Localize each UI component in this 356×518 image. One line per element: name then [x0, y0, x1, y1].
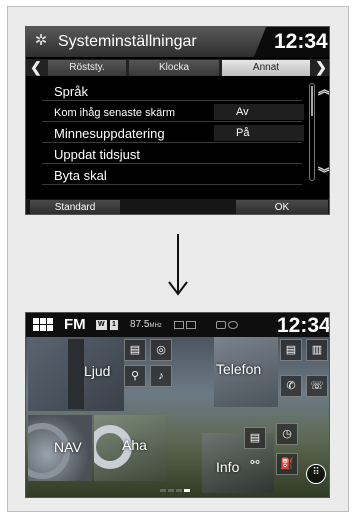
- home-tiles-area: Ljud ▤ ◎ ⚲ ♪ Telefon ▤ ▥ ✆ ☏ NAV Aha Inf…: [26, 337, 329, 497]
- title-bar: ✲ Systeminställningar 12:34: [26, 27, 329, 57]
- tile-label: Aha: [122, 437, 147, 453]
- clock-icon[interactable]: ◷: [276, 423, 298, 445]
- item-value: På: [214, 125, 304, 141]
- home-screen: FM W 1 87.5MHz 12:34 Ljud ▤ ◎ ⚲ ♪ Telefo…: [25, 312, 330, 498]
- scroll-down-icon[interactable]: ︾: [318, 167, 329, 181]
- item-label: Språk: [54, 84, 88, 99]
- default-button[interactable]: Standard: [30, 200, 120, 214]
- screen-title: Systeminställningar: [58, 33, 197, 50]
- voicemail-icon[interactable]: ☏: [306, 375, 328, 397]
- item-label: Byta skal: [54, 168, 107, 183]
- phonebook-icon[interactable]: ▤: [280, 339, 302, 361]
- item-label: Uppdat tidsjust: [54, 147, 140, 162]
- list-item-language[interactable]: Språk: [42, 81, 302, 101]
- info-list-icon[interactable]: ▤: [244, 427, 266, 449]
- tile-phone[interactable]: Telefon: [214, 337, 278, 407]
- tile-label: Telefon: [216, 361, 262, 377]
- fuel-icon[interactable]: ⛽: [276, 453, 298, 475]
- contacts-icon[interactable]: ▥: [306, 339, 328, 361]
- clock: 12:34: [274, 30, 328, 53]
- tab-other[interactable]: Annat: [222, 60, 310, 76]
- battery-icon: [216, 321, 226, 329]
- call-icon[interactable]: ✆: [280, 375, 302, 397]
- disc-icon[interactable]: ◎: [150, 339, 172, 361]
- list-item-time-update[interactable]: Uppdat tidsjust: [42, 144, 302, 164]
- media-list-icon[interactable]: ▤: [124, 339, 146, 361]
- page-indicator: [160, 489, 200, 493]
- tab-voice[interactable]: Röststy.: [48, 60, 126, 76]
- tab-next-arrow-icon[interactable]: ❯: [311, 59, 329, 76]
- bluetooth-icon: [228, 321, 238, 329]
- list-item-remember-last-screen[interactable]: Kom ihåg senaste skärm Av: [42, 102, 304, 122]
- preset-badge: 1: [110, 320, 118, 330]
- frequency: 87.5MHz: [130, 319, 162, 330]
- tile-nav[interactable]: NAV: [28, 415, 92, 481]
- station-badge: W: [96, 320, 107, 330]
- music-icon[interactable]: ♪: [150, 365, 172, 387]
- clock: 12:34: [277, 314, 330, 337]
- bottom-bar: Standard OK: [26, 199, 329, 214]
- radio-icon[interactable]: ⚲: [124, 365, 146, 387]
- tile-aha[interactable]: Aha: [94, 415, 166, 481]
- speaker-graphic: [68, 339, 84, 409]
- scrollbar-thumb[interactable]: [311, 86, 313, 116]
- scroll-up-icon[interactable]: ︽: [318, 83, 329, 97]
- tile-audio[interactable]: Ljud: [28, 337, 124, 411]
- list-item-change-skin[interactable]: Byta skal: [42, 165, 302, 185]
- scrollbar[interactable]: [309, 83, 315, 181]
- signal-icon: [174, 321, 184, 329]
- menu-grid-icon[interactable]: [33, 318, 53, 332]
- item-label: Minnesuppdatering: [54, 126, 165, 141]
- tab-bar: ❮ Röststy. Klocka Annat ❯: [26, 59, 329, 76]
- gear-icon: ✲: [34, 32, 48, 49]
- audio-source: FM: [64, 316, 86, 333]
- tile-label: Ljud: [84, 363, 111, 379]
- trip-icon[interactable]: ⚯: [244, 453, 266, 475]
- clock-box: 12:34: [270, 27, 329, 57]
- down-arrow-icon: [168, 234, 188, 296]
- item-value: Av: [214, 104, 304, 120]
- apps-button-icon[interactable]: ⠿: [306, 464, 326, 484]
- status-bar: FM W 1 87.5MHz 12:34: [26, 313, 330, 337]
- antenna-icon: [186, 321, 196, 329]
- ok-button[interactable]: OK: [236, 200, 328, 214]
- list-item-memory-update[interactable]: Minnesuppdatering På: [42, 123, 304, 143]
- settings-screen: ✲ Systeminställningar 12:34 ❮ Röststy. K…: [25, 26, 330, 215]
- tile-label: Info: [216, 459, 240, 475]
- tab-clock[interactable]: Klocka: [129, 60, 219, 76]
- tile-label: NAV: [54, 439, 82, 455]
- item-label: Kom ihåg senaste skärm: [54, 107, 176, 119]
- tab-prev-arrow-icon[interactable]: ❮: [26, 59, 46, 76]
